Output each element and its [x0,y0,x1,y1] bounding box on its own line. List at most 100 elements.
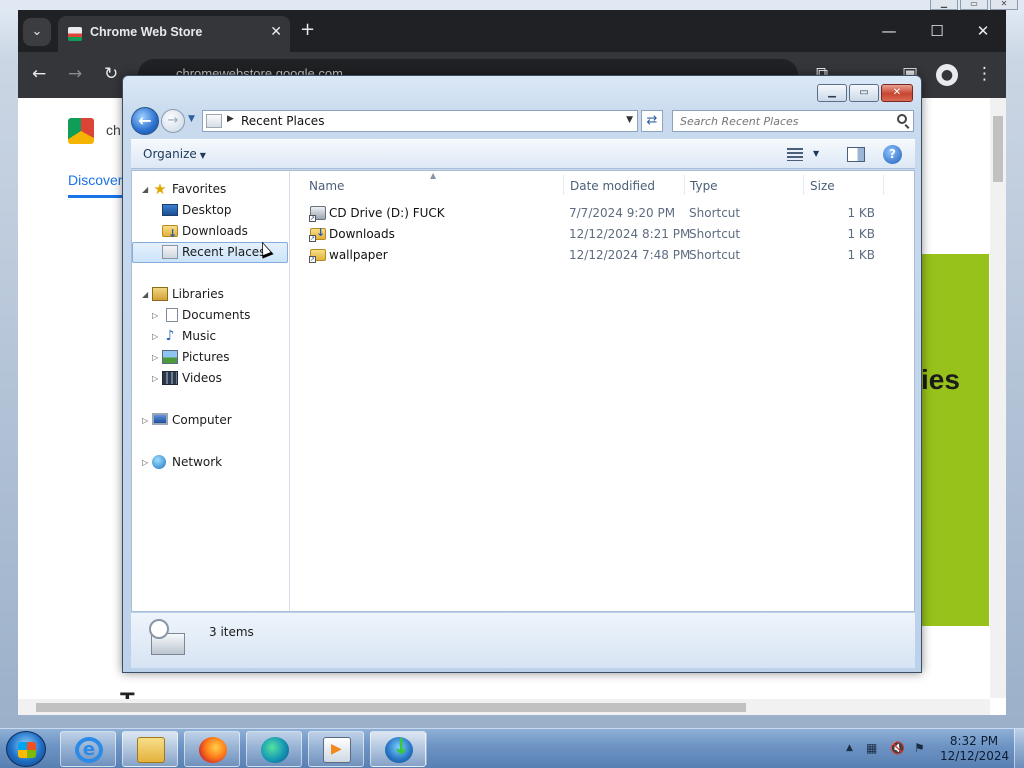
explorer-restore-button[interactable]: ▭ [849,84,879,102]
sidebar-item-network[interactable]: ▷ Network [132,452,288,473]
chrome-minimize-button[interactable]: — [866,18,912,44]
column-divider[interactable] [563,175,564,195]
taskbar-edge[interactable] [246,731,302,767]
sidebar-item-videos[interactable]: ▷ Videos [132,368,288,389]
show-hidden-icons-icon[interactable]: ▲ [846,743,853,753]
sidebar-item-desktop[interactable]: Desktop [132,200,288,221]
collapsed-triangle-icon[interactable]: ▷ [142,410,148,431]
star-icon: ★ [153,180,167,198]
network-icon [152,455,166,469]
sidebar-item-documents[interactable]: ▷ Documents [132,305,288,326]
expanded-triangle-icon[interactable]: ◢ [142,179,148,200]
media-player-icon [323,737,351,763]
sidebar-item-label: Videos [182,371,222,385]
column-divider[interactable] [684,175,685,195]
internet-explorer-icon: e [75,737,103,763]
start-button[interactable] [6,731,46,767]
explorer-close-button[interactable]: ✕ [881,84,913,102]
sidebar-item-music[interactable]: ▷ ♪ Music [132,326,288,347]
downloads-folder-icon [162,223,178,244]
forward-arrow-icon[interactable]: → [161,109,185,133]
background-window-minimize[interactable]: ▁ [930,0,958,10]
column-header-name[interactable]: Name [309,179,344,193]
collapsed-triangle-icon[interactable]: ▷ [152,368,158,389]
address-dropdown-icon[interactable]: ▼ [626,115,633,125]
discover-tab[interactable]: Discover [68,172,122,188]
file-name: wallpaper [329,248,388,262]
vertical-scroll-thumb[interactable] [993,116,1003,182]
desktop-icon [162,204,178,216]
shortcut-arrow-icon: ↗ [309,235,316,242]
organize-button[interactable]: Organize ▼ [143,147,206,161]
search-icon[interactable] [897,114,907,124]
column-divider[interactable] [883,175,884,195]
taskbar-separator [425,733,427,765]
file-row[interactable]: ↗ CD Drive (D:) FUCK 7/7/2024 9:20 PM Sh… [299,203,905,223]
computer-icon [152,413,168,425]
forward-button[interactable]: → [68,64,82,84]
collapsed-triangle-icon[interactable]: ▷ [152,326,158,347]
view-options-chevron-icon[interactable]: ▼ [813,149,819,158]
back-button[interactable]: ← [32,64,46,84]
tab-title: Chrome Web Store [90,25,203,39]
show-desktop-button[interactable] [1014,729,1024,768]
collapsed-triangle-icon[interactable]: ▷ [152,305,158,326]
recent-places-large-icon [147,619,187,659]
store-name[interactable]: ch [106,122,121,138]
preview-pane-icon[interactable] [847,147,865,162]
background-window-maximize[interactable]: ▭ [960,0,988,10]
sidebar-item-downloads[interactable]: Downloads [132,221,288,244]
action-center-flag-icon[interactable]: ⚑ [914,741,925,755]
taskbar-windows-explorer[interactable] [122,731,178,767]
search-input[interactable] [673,111,883,131]
reload-button[interactable]: ↻ [104,64,118,84]
tab-close-icon[interactable]: ✕ [270,24,282,40]
back-arrow-icon[interactable]: ← [131,107,159,135]
sidebar-item-computer[interactable]: ▷ Computer [132,410,288,431]
sidebar-item-libraries[interactable]: ◢ Libraries [132,284,288,305]
tab-search-button[interactable]: ⌄ [23,18,51,46]
help-icon[interactable]: ? [883,145,902,164]
taskbar-download-manager[interactable] [370,731,426,767]
taskbar-internet-explorer[interactable]: e [60,731,116,767]
page-vertical-scrollbar[interactable] [990,98,1006,698]
promo-banner[interactable]: ies [921,254,989,626]
profile-avatar-icon[interactable]: ● [936,64,958,86]
volume-muted-icon[interactable]: 🔇 [890,741,905,755]
expanded-triangle-icon[interactable]: ◢ [142,284,148,305]
chrome-close-button[interactable]: ✕ [960,18,1006,44]
sidebar-item-favorites[interactable]: ◢ ★ Favorites [132,179,288,200]
search-box[interactable] [672,110,914,132]
column-divider[interactable] [803,175,804,195]
chrome-maximize-button[interactable]: ☐ [914,18,960,44]
taskbar-clock[interactable]: 8:32 PM 12/12/2024 [940,734,1009,764]
explorer-address-bar[interactable]: ▶ Recent Places ▼ [202,110,638,132]
collapsed-triangle-icon[interactable]: ▷ [142,452,148,473]
address-location[interactable]: Recent Places [241,114,324,128]
background-window-close[interactable]: ✕ [990,0,1018,10]
network-tray-icon[interactable]: ▦ [866,741,877,755]
recent-pages-dropdown-icon[interactable]: ▼ [188,114,195,124]
sidebar-item-pictures[interactable]: ▷ Pictures [132,347,288,368]
web-store-logo-icon [68,118,94,144]
sidebar-item-label: Music [182,329,217,343]
file-row[interactable]: ↗ wallpaper 12/12/2024 7:48 PM Shortcut … [299,245,905,265]
new-tab-button[interactable]: + [300,19,315,40]
breadcrumb-chevron-icon[interactable]: ▶ [227,114,234,124]
collapsed-triangle-icon[interactable]: ▷ [152,347,158,368]
explorer-minimize-button[interactable]: ▁ [817,84,847,102]
taskbar-firefox[interactable] [184,731,240,767]
tab-chrome-web-store[interactable]: Chrome Web Store ✕ [58,16,290,52]
column-header-size[interactable]: Size [810,179,835,193]
file-date: 12/12/2024 8:21 PM [569,227,691,241]
horizontal-scroll-thumb[interactable] [36,703,746,712]
change-view-icon[interactable] [787,148,803,161]
chrome-menu-icon[interactable]: ⋮ [976,64,993,84]
taskbar-media-player[interactable] [308,731,364,767]
firefox-icon [199,737,227,763]
page-horizontal-scrollbar[interactable] [18,699,990,715]
file-row[interactable]: ↗ Downloads 12/12/2024 8:21 PM Shortcut … [299,224,905,244]
column-header-type[interactable]: Type [690,179,718,193]
refresh-icon[interactable]: ⇄ [641,110,663,132]
column-header-date-modified[interactable]: Date modified [570,179,655,193]
